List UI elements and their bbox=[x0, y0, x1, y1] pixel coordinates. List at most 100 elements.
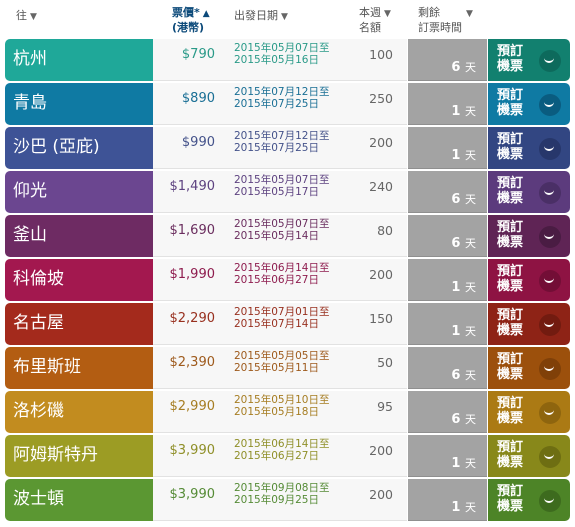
date-to: 2015年06月27日 bbox=[234, 450, 319, 462]
days-count: 1 bbox=[451, 280, 461, 295]
destination-name[interactable]: 沙巴 (亞庇) bbox=[5, 127, 153, 169]
remaining-days-value: 1 天 bbox=[451, 103, 476, 119]
date-to: 2015年06月27日 bbox=[234, 274, 319, 286]
days-unit: 天 bbox=[465, 149, 476, 162]
days-count: 6 bbox=[451, 412, 461, 427]
sort-down-icon: ▼ bbox=[466, 9, 473, 19]
remaining-days-value: 1 天 bbox=[451, 499, 476, 515]
destination-name[interactable]: 波士頓 bbox=[5, 479, 153, 521]
fare-row[interactable]: 名古屋 $2,290 2015年07月01日至 2015年07月14日 150 1 天 預訂… bbox=[0, 303, 575, 345]
book-ticket-button[interactable]: 預訂機票 bbox=[488, 171, 570, 213]
days-unit: 天 bbox=[465, 501, 476, 514]
fare-row[interactable]: 布里斯班 $2,390 2015年05月05日至 2015年05月11日 50 6 天 預訂… bbox=[0, 347, 575, 389]
book-ticket-label: 預訂機票 bbox=[497, 88, 524, 118]
weekly-quota: 200 bbox=[369, 443, 393, 458]
smile-icon bbox=[539, 226, 561, 248]
date-column-header[interactable]: 出發日期 ▼ bbox=[234, 9, 288, 24]
days-column-header[interactable]: 剩餘 ▼ 訂票時間 bbox=[418, 6, 473, 34]
days-unit: 天 bbox=[465, 369, 476, 382]
days-header-label: 剩餘 bbox=[418, 6, 440, 19]
destination-name[interactable]: 名古屋 bbox=[5, 303, 153, 345]
days-count: 1 bbox=[451, 104, 461, 119]
fare-details: $990 2015年07月12日至 2015年07月25日 200 bbox=[153, 127, 407, 169]
date-to: 2015年07月25日 bbox=[234, 142, 319, 154]
fare-details: $790 2015年05月07日至 2015年05月16日 100 bbox=[153, 39, 407, 81]
book-ticket-button[interactable]: 預訂機票 bbox=[488, 391, 570, 433]
book-ticket-label: 預訂機票 bbox=[497, 132, 524, 162]
book-ticket-button[interactable]: 預訂機票 bbox=[488, 347, 570, 389]
remaining-days-value: 6 天 bbox=[451, 411, 476, 427]
smile-icon bbox=[539, 490, 561, 512]
days-header-label-2: 訂票時間 bbox=[418, 21, 462, 34]
dest-column-header[interactable]: 往 ▼ bbox=[16, 9, 37, 24]
fare-row[interactable]: 洛杉磯 $2,990 2015年05月10日至 2015年05月18日 95 6 天 預訂機… bbox=[0, 391, 575, 433]
weekly-quota: 95 bbox=[377, 399, 393, 414]
fare-price: $3,990 bbox=[169, 443, 216, 458]
remaining-days: 1 天 bbox=[408, 303, 487, 345]
destination-name[interactable]: 青島 bbox=[5, 83, 153, 125]
fare-row[interactable]: 釜山 $1,690 2015年05月07日至 2015年05月14日 80 6 天 預訂機票 bbox=[0, 215, 575, 257]
fare-row[interactable]: 科倫坡 $1,990 2015年06月14日至 2015年06月27日 200 1 天 預訂… bbox=[0, 259, 575, 301]
fare-row[interactable]: 阿姆斯特丹 $3,990 2015年06月14日至 2015年06月27日 200 1 天… bbox=[0, 435, 575, 477]
destination-name[interactable]: 科倫坡 bbox=[5, 259, 153, 301]
days-count: 6 bbox=[451, 236, 461, 251]
book-ticket-button[interactable]: 預訂機票 bbox=[488, 127, 570, 169]
book-ticket-label: 預訂機票 bbox=[497, 308, 524, 338]
price-column-header[interactable]: 票價* ▲ (港幣) bbox=[172, 6, 210, 34]
book-ticket-button[interactable]: 預訂機票 bbox=[488, 303, 570, 345]
fare-price: $1,490 bbox=[169, 179, 216, 194]
fare-row[interactable]: 波士頓 $3,990 2015年09月08日至 2015年09月25日 200 1 天 預訂… bbox=[0, 479, 575, 521]
remaining-days-value: 6 天 bbox=[451, 235, 476, 251]
book-ticket-button[interactable]: 預訂機票 bbox=[488, 83, 570, 125]
book-ticket-button[interactable]: 預訂機票 bbox=[488, 259, 570, 301]
travel-period: 2015年05月07日至 2015年05月16日 bbox=[234, 42, 329, 66]
travel-period: 2015年07月01日至 2015年07月14日 bbox=[234, 306, 329, 330]
travel-period: 2015年07月12日至 2015年07月25日 bbox=[234, 86, 329, 110]
travel-period: 2015年05月07日至 2015年05月17日 bbox=[234, 174, 329, 198]
remaining-days-value: 6 天 bbox=[451, 59, 476, 75]
sort-down-icon: ▼ bbox=[30, 12, 37, 22]
date-from: 2015年05月07日至 bbox=[234, 174, 330, 186]
destination-name[interactable]: 杭州 bbox=[5, 39, 153, 81]
destination-name[interactable]: 布里斯班 bbox=[5, 347, 153, 389]
days-count: 1 bbox=[451, 148, 461, 163]
smile-icon bbox=[539, 402, 561, 424]
date-to: 2015年05月18日 bbox=[234, 406, 319, 418]
days-unit: 天 bbox=[465, 61, 476, 74]
days-unit: 天 bbox=[465, 457, 476, 470]
destination-name[interactable]: 仰光 bbox=[5, 171, 153, 213]
fare-details: $2,990 2015年05月10日至 2015年05月18日 95 bbox=[153, 391, 407, 433]
book-ticket-label: 預訂機票 bbox=[497, 484, 524, 514]
book-ticket-button[interactable]: 預訂機票 bbox=[488, 479, 570, 521]
remaining-days: 6 天 bbox=[408, 171, 487, 213]
remaining-days: 1 天 bbox=[408, 435, 487, 477]
fare-details: $2,290 2015年07月01日至 2015年07月14日 150 bbox=[153, 303, 407, 345]
fare-details: $1,990 2015年06月14日至 2015年06月27日 200 bbox=[153, 259, 407, 301]
sort-down-icon: ▼ bbox=[384, 9, 391, 19]
sort-up-icon: ▲ bbox=[202, 9, 210, 19]
book-ticket-button[interactable]: 預訂機票 bbox=[488, 435, 570, 477]
remaining-days: 6 天 bbox=[408, 391, 487, 433]
fare-details: $890 2015年07月12日至 2015年07月25日 250 bbox=[153, 83, 407, 125]
destination-name[interactable]: 洛杉磯 bbox=[5, 391, 153, 433]
fare-price: $1,990 bbox=[169, 267, 216, 282]
fare-row[interactable]: 青島 $890 2015年07月12日至 2015年07月25日 250 1 天 預訂機票 bbox=[0, 83, 575, 125]
remaining-days: 1 天 bbox=[408, 479, 487, 521]
days-count: 1 bbox=[451, 456, 461, 471]
travel-period: 2015年09月08日至 2015年09月25日 bbox=[234, 482, 329, 506]
fare-row[interactable]: 仰光 $1,490 2015年05月07日至 2015年05月17日 240 6 天 預訂機… bbox=[0, 171, 575, 213]
fare-details: $3,990 2015年06月14日至 2015年06月27日 200 bbox=[153, 435, 407, 477]
book-ticket-label: 預訂機票 bbox=[497, 264, 524, 294]
destination-name[interactable]: 釜山 bbox=[5, 215, 153, 257]
book-ticket-button[interactable]: 預訂機票 bbox=[488, 39, 570, 81]
destination-name[interactable]: 阿姆斯特丹 bbox=[5, 435, 153, 477]
remaining-days-value: 1 天 bbox=[451, 147, 476, 163]
date-from: 2015年06月14日至 bbox=[234, 262, 330, 274]
quota-column-header[interactable]: 本週 ▼ 名額 bbox=[359, 6, 391, 34]
date-from: 2015年05月07日至 bbox=[234, 218, 330, 230]
book-ticket-button[interactable]: 預訂機票 bbox=[488, 215, 570, 257]
fare-row[interactable]: 沙巴 (亞庇) $990 2015年07月12日至 2015年07月25日 200 1 天… bbox=[0, 127, 575, 169]
fare-row[interactable]: 杭州 $790 2015年05月07日至 2015年05月16日 100 6 天 預訂機票 bbox=[0, 39, 575, 81]
days-unit: 天 bbox=[465, 413, 476, 426]
date-from: 2015年05月05日至 bbox=[234, 350, 330, 362]
